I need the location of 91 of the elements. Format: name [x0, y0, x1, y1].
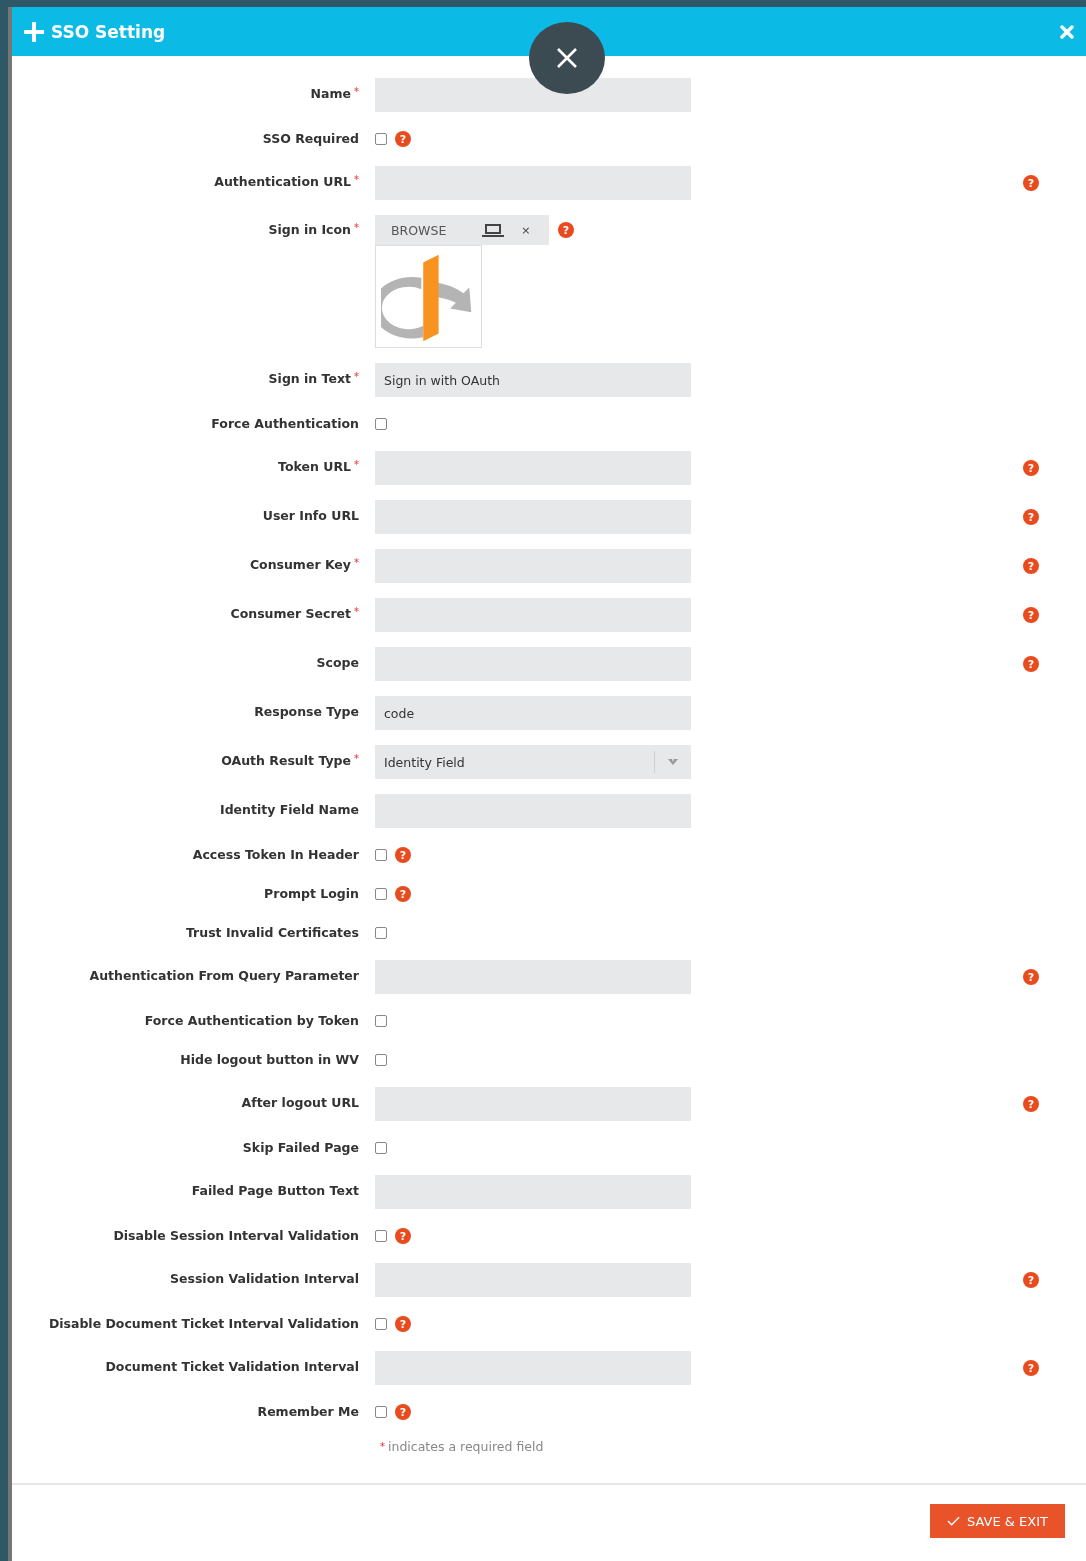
input-field[interactable] — [375, 451, 691, 485]
field-label: Token URL — [278, 459, 351, 474]
field-label: Force Authentication by Token — [144, 1013, 359, 1028]
required-note: indicates a required field — [388, 1439, 544, 1454]
field-label: Identity Field Name — [220, 802, 359, 817]
field-label: Remember Me — [257, 1404, 359, 1419]
laptop-icon[interactable] — [482, 223, 505, 237]
required-mark: * — [354, 557, 359, 568]
input-field[interactable] — [375, 647, 691, 681]
required-mark: * — [354, 371, 359, 382]
field-label: After logout URL — [241, 1095, 359, 1110]
help-icon[interactable]: ? — [1023, 607, 1039, 623]
remove-button[interactable]: × — [521, 223, 531, 237]
help-icon[interactable]: ? — [395, 1228, 411, 1244]
field-label: User Info URL — [262, 508, 359, 523]
help-icon[interactable]: ? — [1023, 1096, 1039, 1112]
field-label: Response Type — [254, 704, 359, 719]
field-label: SSO Required — [262, 131, 359, 146]
dropdown[interactable]: Identity Field — [375, 745, 691, 779]
input-field[interactable] — [375, 1263, 691, 1297]
help-icon[interactable]: ? — [1023, 460, 1039, 476]
input-field[interactable] — [375, 960, 691, 994]
checkbox[interactable] — [375, 1230, 387, 1242]
field-label: Failed Page Button Text — [191, 1183, 359, 1198]
input-field[interactable] — [375, 1087, 691, 1121]
check-icon — [947, 1516, 961, 1526]
checkbox[interactable] — [375, 1318, 387, 1330]
field-label: OAuth Result Type — [221, 753, 351, 768]
field-label: Scope — [316, 655, 359, 670]
required-mark: * — [380, 1441, 385, 1452]
field-label: Sign in Icon — [268, 222, 351, 237]
checkbox[interactable] — [375, 888, 387, 900]
plus-icon — [24, 21, 44, 42]
required-mark: * — [354, 459, 359, 470]
caret-icon — [668, 759, 678, 765]
checkbox[interactable] — [375, 849, 387, 861]
field-label: Authentication From Query Parameter — [89, 968, 359, 983]
input-field[interactable] — [375, 78, 691, 112]
checkbox[interactable] — [375, 927, 387, 939]
input-field[interactable] — [375, 500, 691, 534]
help-icon[interactable]: ? — [1023, 1360, 1039, 1376]
help-icon[interactable]: ? — [1023, 1272, 1039, 1288]
field-label: Hide logout button in WV — [180, 1052, 359, 1067]
required-mark: * — [354, 753, 359, 764]
help-icon[interactable]: ? — [395, 886, 411, 902]
field-label: Prompt Login — [264, 886, 359, 901]
field-label: Disable Session Interval Validation — [113, 1228, 359, 1243]
field-label: Sign in Text — [268, 371, 351, 386]
field-label: Consumer Secret — [230, 606, 351, 621]
help-icon[interactable]: ? — [1023, 509, 1039, 525]
dialog-title: SSO Setting — [51, 21, 166, 42]
help-icon[interactable]: ? — [1023, 558, 1039, 574]
checkbox[interactable] — [375, 1406, 387, 1418]
checkbox[interactable] — [375, 418, 387, 430]
checkbox[interactable] — [375, 1015, 387, 1027]
help-icon[interactable]: ? — [1023, 175, 1039, 191]
input-field[interactable] — [375, 549, 691, 583]
help-icon[interactable]: ? — [395, 847, 411, 863]
help-icon[interactable]: ? — [1023, 656, 1039, 672]
field-label: Name — [310, 86, 351, 101]
field-label: Disable Document Ticket Interval Validation — [48, 1316, 359, 1331]
input-field[interactable] — [375, 166, 691, 200]
field-label: Skip Failed Page — [242, 1140, 359, 1155]
save-button[interactable]: SAVE & EXIT — [930, 1504, 1065, 1538]
help-icon[interactable]: ? — [558, 222, 574, 238]
input-field[interactable] — [375, 1175, 691, 1209]
checkbox[interactable] — [375, 1142, 387, 1154]
input-field[interactable] — [375, 1351, 691, 1385]
required-mark: * — [354, 222, 359, 233]
input-field[interactable] — [375, 598, 691, 632]
help-icon[interactable]: ? — [395, 131, 411, 147]
input-field[interactable]: Sign in with OAuth — [375, 363, 691, 397]
required-mark: * — [354, 174, 359, 185]
checkbox[interactable] — [375, 1054, 387, 1066]
help-icon[interactable]: ? — [1023, 969, 1039, 985]
field-label: Consumer Key — [249, 557, 351, 572]
field-label: Access Token In Header — [192, 847, 359, 862]
browse-button[interactable]: BROWSE — [391, 222, 447, 238]
field-label: Force Authentication — [211, 416, 359, 431]
required-mark: * — [354, 86, 359, 97]
field-label: Authentication URL — [214, 174, 351, 189]
field-label: Trust Invalid Certificates — [185, 925, 359, 940]
close-icon[interactable] — [528, 21, 606, 95]
help-icon[interactable]: ? — [395, 1404, 411, 1420]
checkbox[interactable] — [375, 133, 387, 145]
help-icon[interactable]: ? — [395, 1316, 411, 1332]
input-field[interactable] — [375, 794, 691, 828]
field-label: Session Validation Interval — [170, 1271, 359, 1286]
required-mark: * — [354, 606, 359, 617]
input-field[interactable]: code — [375, 696, 691, 730]
field-label: Document Ticket Validation Interval — [105, 1359, 359, 1374]
